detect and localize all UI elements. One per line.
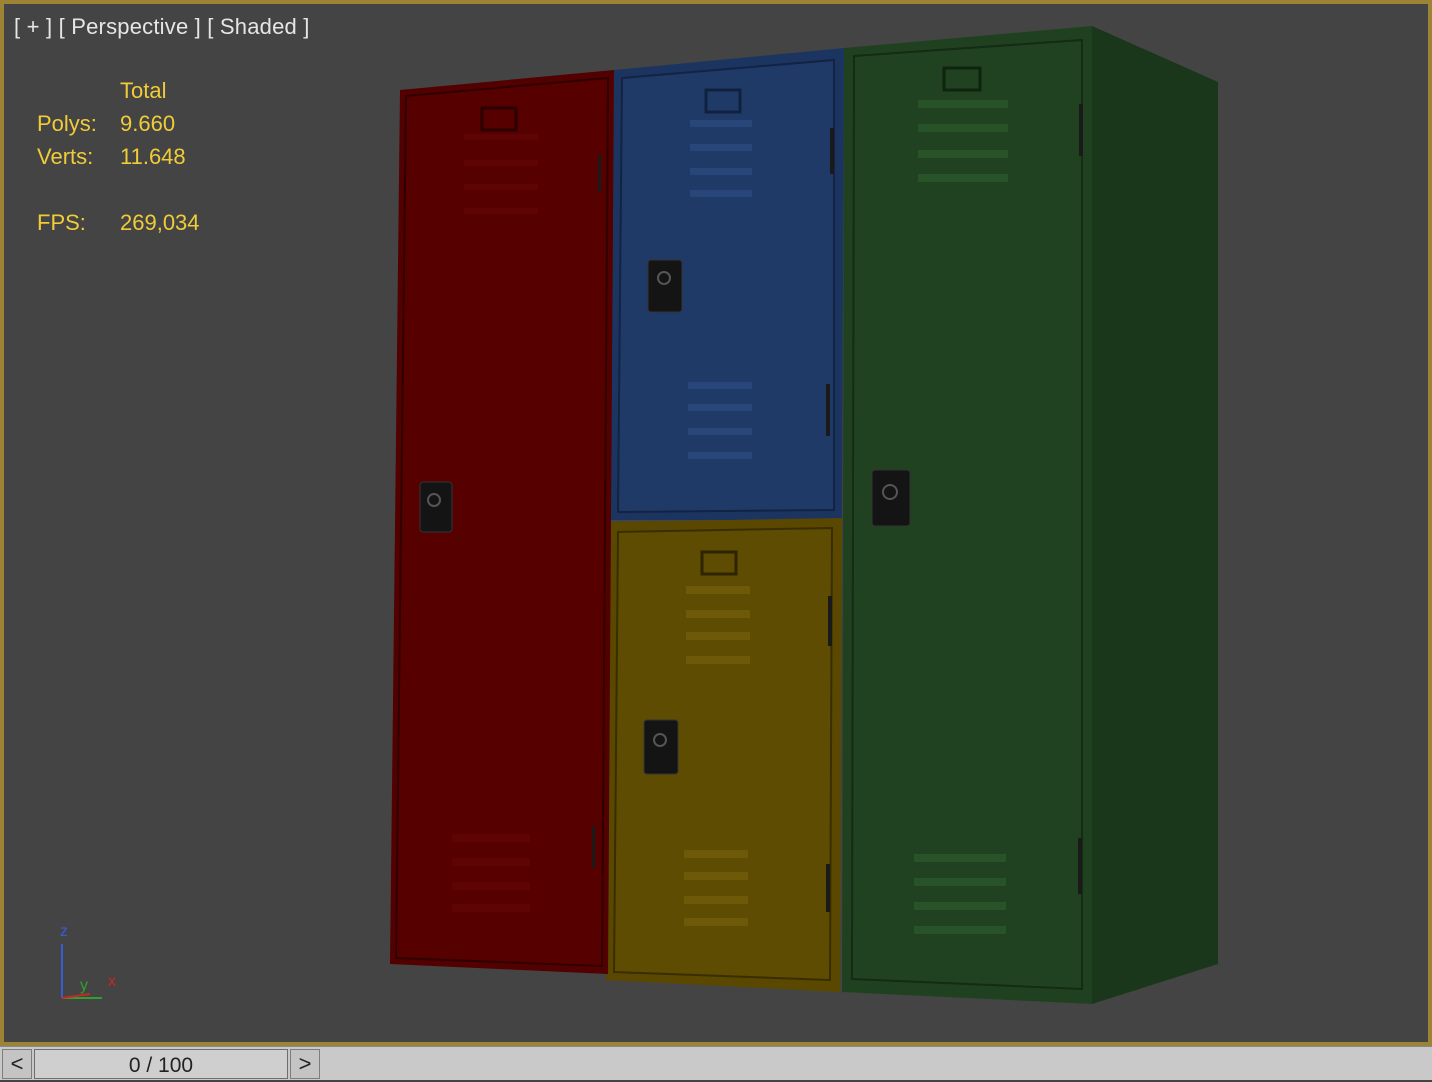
locker-model[interactable] — [4, 4, 1432, 1046]
stats-header: Total — [120, 78, 167, 103]
viewport-label[interactable]: [ + ] [ Perspective ] [ Shaded ] — [14, 14, 310, 40]
verts-value: 11.648 — [120, 144, 186, 169]
verts-label: Verts: — [37, 144, 94, 169]
fps-label: FPS: — [37, 210, 86, 235]
axis-z-label: z — [60, 923, 68, 940]
polys-label: Polys: — [37, 111, 97, 136]
blue-lock[interactable] — [647, 259, 683, 313]
polys-value: 9.660 — [120, 111, 176, 136]
prev-frame-button[interactable]: < — [2, 1049, 32, 1079]
axis-gizmo-icon: z y x — [60, 923, 116, 999]
green-locker-side — [1092, 26, 1218, 1004]
time-slider[interactable]: 0 / 100 — [34, 1049, 288, 1079]
time-slider-bar: < 0 / 100 > — [0, 1046, 1432, 1080]
axis-x-label: x — [108, 973, 116, 990]
locker-scene[interactable] — [4, 4, 1432, 1046]
timeline-track[interactable] — [324, 1049, 1432, 1079]
red-lock[interactable] — [419, 481, 453, 533]
next-frame-button[interactable]: > — [290, 1049, 320, 1079]
green-lock[interactable] — [871, 469, 911, 527]
axis-y-label: y — [80, 977, 88, 994]
fps-value: 269,034 — [120, 210, 200, 235]
perspective-viewport[interactable]: [ + ] [ Perspective ] [ Shaded ] Total P… — [0, 0, 1432, 1046]
yellow-lock[interactable] — [643, 719, 679, 775]
